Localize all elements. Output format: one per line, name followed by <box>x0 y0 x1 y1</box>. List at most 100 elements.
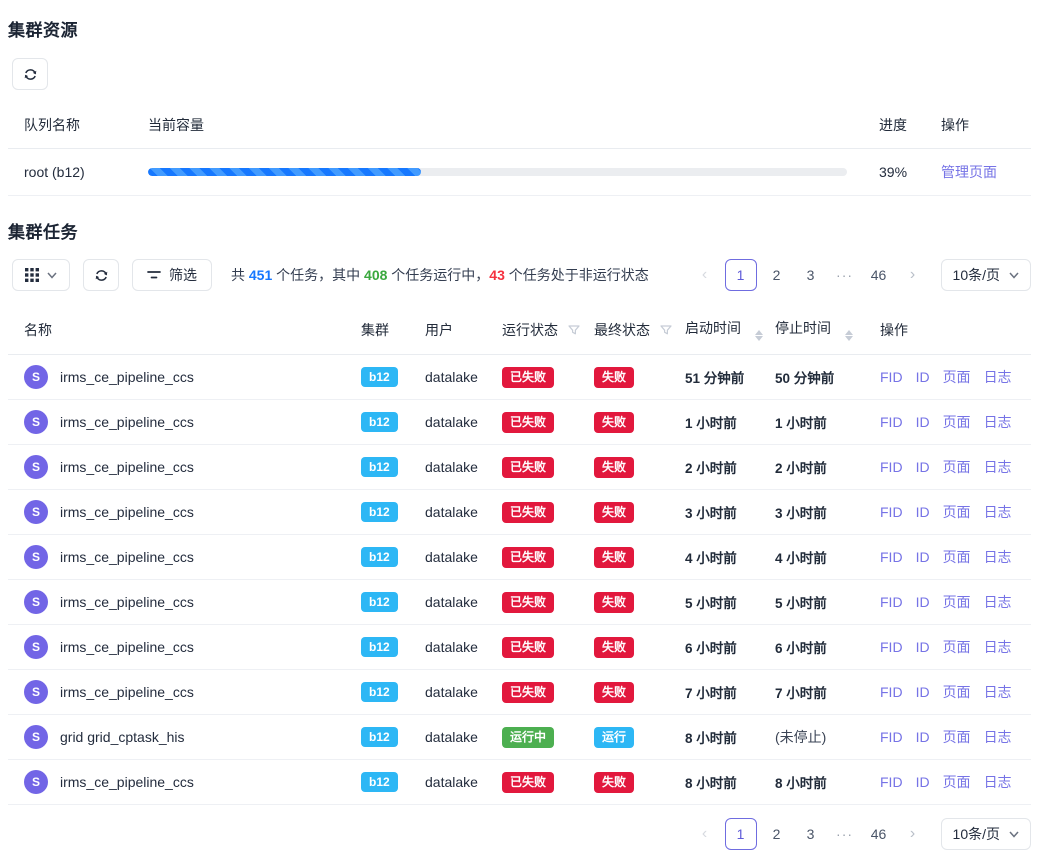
prev-page-button[interactable]: ‹ <box>691 260 719 290</box>
start-time: 3 小时前 <box>669 490 759 535</box>
page-button-1[interactable]: 1 <box>725 259 757 291</box>
filter-funnel-icon[interactable] <box>568 325 580 336</box>
stop-time: 8 小时前 <box>759 760 864 805</box>
avatar: S <box>24 635 48 659</box>
op-link-fid[interactable]: FID <box>880 459 903 475</box>
run-status-badge: 运行中 <box>502 727 554 748</box>
next-page-button[interactable]: › <box>899 260 927 290</box>
op-link-[interactable]: 页面 <box>943 369 971 385</box>
op-link-[interactable]: 日志 <box>984 549 1012 565</box>
op-link-fid[interactable]: FID <box>880 729 903 745</box>
col-progress: 进度 <box>863 102 925 149</box>
page-button-3[interactable]: 3 <box>797 260 825 290</box>
op-link-fid[interactable]: FID <box>880 369 903 385</box>
prev-page-button[interactable]: ‹ <box>691 819 719 849</box>
op-link-[interactable]: 日志 <box>984 729 1012 745</box>
row-actions: FID ID 页面日志 <box>864 715 1031 760</box>
op-link-id[interactable]: ID <box>916 414 930 430</box>
table-row: Sirms_ce_pipeline_ccs b12 datalake 已失败 失… <box>8 670 1031 715</box>
page-size-select[interactable]: 10条/页 <box>941 259 1031 291</box>
row-actions: FID ID 页面日志 <box>864 625 1031 670</box>
run-status-badge: 已失败 <box>502 547 554 568</box>
op-link-fid[interactable]: FID <box>880 594 903 610</box>
page-button-46[interactable]: 46 <box>865 260 893 290</box>
op-link-id[interactable]: ID <box>916 504 930 520</box>
op-link-[interactable]: 页面 <box>943 504 971 520</box>
user-cell: datalake <box>409 355 486 400</box>
op-link-[interactable]: 页面 <box>943 729 971 745</box>
column-settings-button[interactable] <box>12 259 70 291</box>
start-time: 5 小时前 <box>669 580 759 625</box>
op-link-id[interactable]: ID <box>916 549 930 565</box>
cluster-tasks-table: 名称 集群 用户 运行状态 最终状态 启动时间 停止时间 操作 Sirms_ce… <box>8 305 1031 805</box>
filter-funnel-icon[interactable] <box>660 325 672 336</box>
op-link-[interactable]: 页面 <box>943 684 971 700</box>
op-link-[interactable]: 日志 <box>984 684 1012 700</box>
run-status-badge: 已失败 <box>502 502 554 523</box>
page-ellipsis: ··· <box>831 819 859 849</box>
avatar: S <box>24 680 48 704</box>
op-link-fid[interactable]: FID <box>880 639 903 655</box>
filter-button[interactable]: 筛选 <box>132 259 212 291</box>
op-link-id[interactable]: ID <box>916 594 930 610</box>
user-cell: datalake <box>409 445 486 490</box>
user-cell: datalake <box>409 715 486 760</box>
cluster-tag: b12 <box>361 502 398 522</box>
op-link-id[interactable]: ID <box>916 774 930 790</box>
op-link-[interactable]: 页面 <box>943 549 971 565</box>
op-link-id[interactable]: ID <box>916 729 930 745</box>
sort-icon[interactable] <box>845 330 853 341</box>
op-link-id[interactable]: ID <box>916 369 930 385</box>
op-link-[interactable]: 日志 <box>984 459 1012 475</box>
op-link-[interactable]: 页面 <box>943 639 971 655</box>
op-link-[interactable]: 页面 <box>943 594 971 610</box>
op-link-[interactable]: 日志 <box>984 504 1012 520</box>
manage-page-link[interactable]: 管理页面 <box>941 164 997 180</box>
page-button-2[interactable]: 2 <box>763 819 791 849</box>
refresh-resources-button[interactable] <box>12 58 48 90</box>
final-status-badge: 失败 <box>594 637 634 658</box>
refresh-tasks-button[interactable] <box>83 259 119 291</box>
op-link-fid[interactable]: FID <box>880 549 903 565</box>
op-link-[interactable]: 日志 <box>984 639 1012 655</box>
op-link-[interactable]: 日志 <box>984 369 1012 385</box>
pagination-bottom: ‹123···46› 10条/页 <box>691 818 1031 850</box>
page-button-1[interactable]: 1 <box>725 818 757 850</box>
op-link-[interactable]: 页面 <box>943 414 971 430</box>
filter-button-label: 筛选 <box>169 265 197 285</box>
col-user: 用户 <box>409 305 486 355</box>
cluster-resources-title: 集群资源 <box>8 16 1031 41</box>
task-name: irms_ce_pipeline_ccs <box>60 639 194 655</box>
op-link-id[interactable]: ID <box>916 639 930 655</box>
sort-icon[interactable] <box>755 330 763 341</box>
op-link-[interactable]: 页面 <box>943 459 971 475</box>
op-link-id[interactable]: ID <box>916 459 930 475</box>
col-name: 名称 <box>8 305 345 355</box>
op-link-[interactable]: 页面 <box>943 774 971 790</box>
avatar: S <box>24 590 48 614</box>
page-button-46[interactable]: 46 <box>865 819 893 849</box>
user-cell: datalake <box>409 490 486 535</box>
next-page-button[interactable]: › <box>899 819 927 849</box>
refresh-icon <box>23 67 38 82</box>
op-link-[interactable]: 日志 <box>984 414 1012 430</box>
page-size-label: 10条/页 <box>953 824 1000 844</box>
avatar: S <box>24 770 48 794</box>
op-link-fid[interactable]: FID <box>880 684 903 700</box>
page-button-2[interactable]: 2 <box>763 260 791 290</box>
op-link-[interactable]: 日志 <box>984 594 1012 610</box>
table-row: Sirms_ce_pipeline_ccs b12 datalake 已失败 失… <box>8 400 1031 445</box>
op-link-id[interactable]: ID <box>916 684 930 700</box>
op-link-fid[interactable]: FID <box>880 414 903 430</box>
table-row: Sirms_ce_pipeline_ccs b12 datalake 已失败 失… <box>8 580 1031 625</box>
non-running-tasks-count: 43 <box>489 267 505 283</box>
op-link-fid[interactable]: FID <box>880 774 903 790</box>
page-size-select[interactable]: 10条/页 <box>941 818 1031 850</box>
col-stop-time: 停止时间 <box>759 305 864 355</box>
tasks-toolbar: 筛选 共 451 个任务，其中 408 个任务运行中，43 个任务处于非运行状态… <box>12 259 1031 291</box>
avatar: S <box>24 410 48 434</box>
op-link-[interactable]: 日志 <box>984 774 1012 790</box>
page-button-3[interactable]: 3 <box>797 819 825 849</box>
run-status-badge: 已失败 <box>502 682 554 703</box>
op-link-fid[interactable]: FID <box>880 504 903 520</box>
